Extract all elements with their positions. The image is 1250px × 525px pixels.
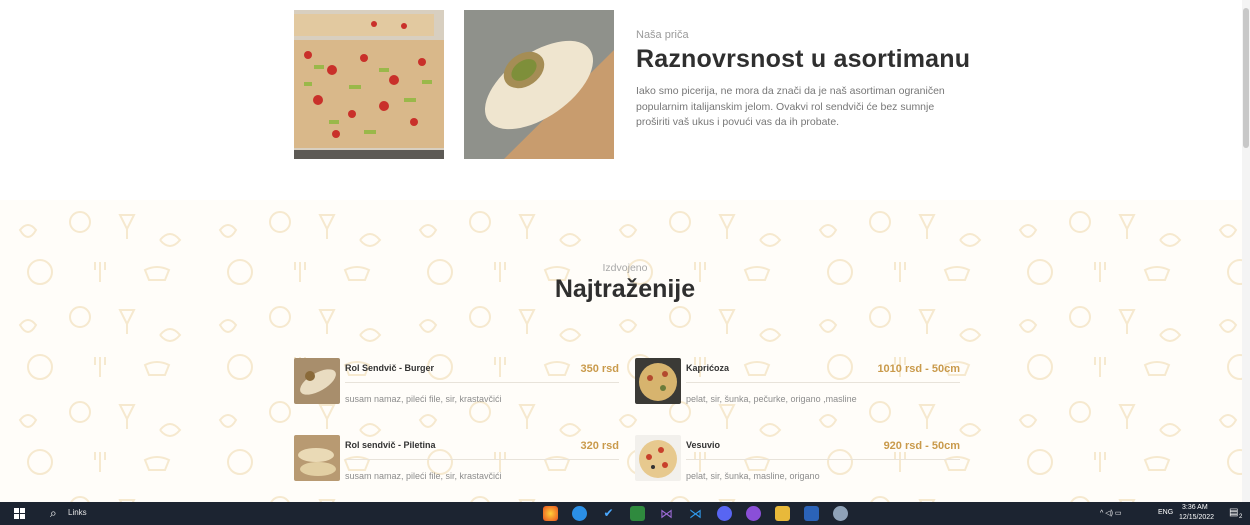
scrollbar-thumb[interactable] [1243,8,1249,148]
divider [345,459,619,460]
story-title: Raznovrsnost u asortimanu [636,45,971,73]
item-name: Vesuvio [686,440,721,450]
story-section: Naša priča Raznovrsnost u asortimanu Iak… [0,0,1242,200]
item-name: Kaprićoza [686,363,730,373]
divider [345,382,619,383]
item-thumbnail [294,358,340,404]
vscode-icon[interactable]: ⋊ [688,506,703,521]
item-description: susam namaz, pileći file, sir, krastavči… [345,471,502,481]
firefox-icon[interactable] [543,506,558,521]
discord-icon[interactable] [717,506,732,521]
menu-item[interactable]: Kaprićoza 1010 rsd - 50cm pelat, sir, šu… [635,358,960,408]
menu-item[interactable]: Rol Sendvič - Burger 350 rsd susam namaz… [294,358,619,408]
item-name: Rol sendvič - Piletina [345,440,436,450]
divider [686,382,960,383]
item-price: 920 rsd - 50cm [883,440,960,452]
menu-item[interactable]: Rol sendvič - Piletina 320 rsd susam nam… [294,435,619,485]
paint-icon[interactable] [833,506,848,521]
word-icon[interactable] [804,506,819,521]
file-explorer-icon[interactable] [775,506,790,521]
food-pattern-background [0,200,1242,502]
item-description: pelat, sir, šunka, pečurke, origano ,mas… [686,394,857,404]
search-label[interactable]: Links [68,508,87,517]
featured-title: Najtraženije [554,275,696,303]
item-thumbnail [294,435,340,481]
item-thumbnail [635,435,681,481]
item-price: 350 rsd [580,363,619,375]
nvidia-icon[interactable] [630,506,645,521]
windows-taskbar: ⌕ Links ✔ ⋈ ⋊ ^ ◁) ▭ ENG 3:36 AM 12/15/2… [0,502,1250,525]
visual-studio-code-icon[interactable]: ✔ [601,506,616,521]
item-thumbnail [635,358,681,404]
visual-studio-icon[interactable]: ⋈ [659,506,674,521]
story-body: Iako smo picerija, ne mora da znači da j… [636,85,945,128]
pizza-photo [294,10,444,159]
wrap-sandwich-photo [464,10,614,159]
item-price: 1010 rsd - 50cm [877,363,960,375]
notification-icon[interactable]: ▤ [1229,507,1238,518]
story-text: Naša priča Raznovrsnost u asortimanu Iak… [636,29,976,131]
clock-date[interactable]: 12/15/2022 [1179,514,1214,521]
windows-start-icon[interactable] [14,508,25,519]
search-icon[interactable]: ⌕ [50,506,57,521]
tray-icons[interactable]: ^ ◁) ▭ [1100,509,1122,517]
github-icon[interactable] [746,506,761,521]
featured-eyebrow: Izdvojeno [602,262,648,274]
menu-item[interactable]: Vesuvio 920 rsd - 50cm pelat, sir, šunka… [635,435,960,485]
item-description: susam namaz, pileći file, sir, krastavči… [345,394,502,404]
item-price: 320 rsd [580,440,619,452]
clock-time[interactable]: 3:36 AM [1182,504,1208,511]
app-icon[interactable] [572,506,587,521]
divider [686,459,960,460]
featured-section [0,200,1242,502]
page-scrollbar[interactable] [1242,0,1250,502]
item-description: pelat, sir, šunka, masline, origano [686,471,820,481]
notification-count: 2 [1239,514,1243,520]
language-indicator[interactable]: ENG [1158,509,1173,516]
item-name: Rol Sendvič - Burger [345,363,435,373]
story-eyebrow: Naša priča [636,29,689,41]
